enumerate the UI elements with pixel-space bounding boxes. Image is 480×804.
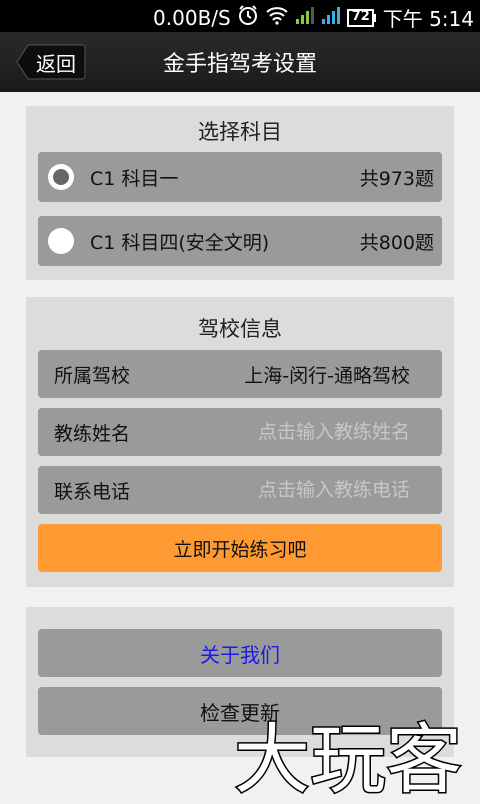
about-us-button[interactable]: 关于我们 — [38, 629, 442, 677]
watermark-text: 大玩客 — [234, 715, 462, 800]
clock: 下午 5:14 — [382, 7, 474, 31]
subject-option-count: 共800题 — [359, 231, 434, 254]
coach-name-input[interactable] — [208, 420, 412, 444]
school-label: 所属驾校 — [54, 364, 131, 387]
coach-phone-row: 联系电话 — [38, 466, 442, 514]
subject-option-count: 共973题 — [359, 167, 434, 190]
subject-panel: 选择科目 C1 科目一 共973题 C1 科目四(安全文明) 共800题 — [26, 106, 454, 280]
watermark-logo: 大玩客 — [230, 700, 480, 804]
subject-option-label: C1 科目四(安全文明) — [90, 231, 270, 254]
subject-option-1[interactable]: C1 科目一 共973题 — [38, 152, 442, 202]
page-title: 金手指驾考设置 — [162, 52, 317, 77]
subject-option-label: C1 科目一 — [90, 167, 179, 190]
school-panel-title: 驾校信息 — [198, 317, 282, 341]
status-bar: 0.00B/S 72 下午 5:14 — [0, 0, 480, 32]
signal-icon-2 — [321, 5, 341, 30]
start-practice-button[interactable]: 立即开始练习吧 — [38, 524, 442, 572]
coach-name-label: 教练姓名 — [54, 422, 131, 445]
radio-checked-icon[interactable] — [48, 164, 74, 190]
signal-icon-1 — [295, 5, 315, 30]
school-value: 上海-闵行-通略驾校 — [244, 364, 410, 387]
wifi-icon — [265, 5, 289, 30]
radio-unchecked-icon[interactable] — [48, 228, 74, 254]
network-speed: 0.00B/S — [153, 5, 231, 30]
status-bar-right: 0.00B/S 72 下午 5:14 — [153, 3, 474, 32]
alarm-clock-icon — [237, 4, 259, 31]
school-row[interactable]: 所属驾校 上海-闵行-通略驾校 — [38, 350, 442, 398]
battery-icon: 72 — [346, 8, 377, 28]
subject-panel-title: 选择科目 — [198, 120, 282, 144]
coach-phone-label: 联系电话 — [54, 480, 131, 503]
coach-phone-input[interactable] — [208, 478, 412, 502]
battery-level: 72 — [351, 8, 370, 24]
school-panel: 驾校信息 所属驾校 上海-闵行-通略驾校 教练姓名 联系电话 立即开始练习吧 — [26, 297, 454, 587]
title-bar: 返回 金手指驾考设置 — [0, 32, 480, 92]
subject-option-2[interactable]: C1 科目四(安全文明) 共800题 — [38, 216, 442, 266]
coach-name-row: 教练姓名 — [38, 408, 442, 456]
